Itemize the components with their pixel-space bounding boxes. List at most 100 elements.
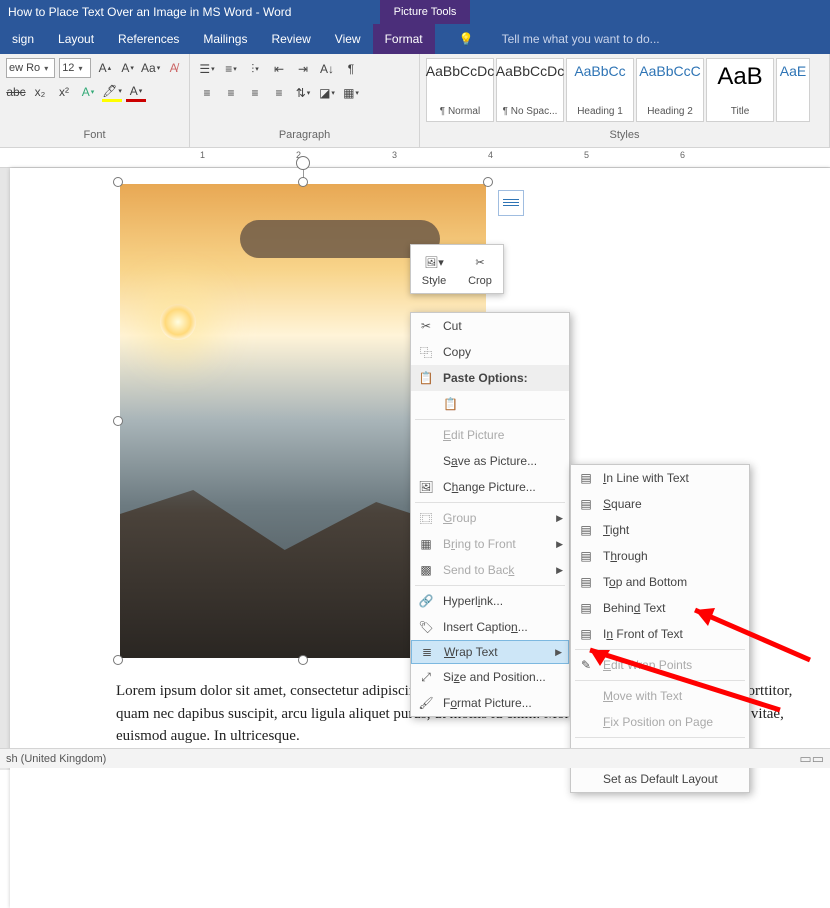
- tab-review[interactable]: Review: [259, 24, 322, 54]
- sort-icon[interactable]: A↓: [316, 58, 338, 80]
- style-normal[interactable]: AaBbCcDc¶ Normal: [426, 58, 494, 122]
- tab-mailings[interactable]: Mailings: [191, 24, 259, 54]
- wrap-fix-position: Fix Position on Page: [571, 709, 749, 735]
- layout-icon: [503, 197, 519, 209]
- resize-handle[interactable]: [298, 655, 308, 665]
- wrap-behind-text[interactable]: ▤Behind Text: [571, 595, 749, 621]
- strike-icon[interactable]: abc: [6, 82, 26, 102]
- text-effects-icon[interactable]: A▾: [78, 82, 98, 102]
- wrap-tight[interactable]: ▤Tight: [571, 517, 749, 543]
- ctx-size-position[interactable]: ⤢Size and Position...: [411, 664, 569, 690]
- window-title: How to Place Text Over an Image in MS Wo…: [8, 5, 291, 19]
- bring-front-icon: ▦: [417, 537, 435, 551]
- style-no-spacing[interactable]: AaBbCcDc¶ No Spac...: [496, 58, 564, 122]
- shading-icon[interactable]: ◪▾: [316, 82, 338, 104]
- picture-tools-label: Picture Tools: [380, 0, 470, 24]
- ctx-paste-header: 📋Paste Options:: [411, 365, 569, 391]
- wrap-edit-points: ✎Edit Wrap Points: [571, 652, 749, 678]
- ctx-hyperlink[interactable]: 🔗Hyperlink...: [411, 588, 569, 614]
- tab-format[interactable]: Format: [373, 24, 435, 54]
- ctx-send-back: ▩Send to Back▶: [411, 557, 569, 583]
- change-case-icon[interactable]: Aa▾: [141, 58, 160, 78]
- align-center-icon[interactable]: ≡: [220, 82, 242, 104]
- crop-button[interactable]: ✂ Crop: [461, 249, 499, 289]
- status-language[interactable]: sh (United Kingdom): [6, 753, 106, 765]
- change-picture-icon: 🖼: [417, 480, 435, 494]
- wrap-inline[interactable]: ▤In Line with Text: [571, 465, 749, 491]
- decrease-indent-icon[interactable]: ⇤: [268, 58, 290, 80]
- multilevel-icon[interactable]: ⫶▾: [244, 58, 266, 80]
- edit-points-icon: ✎: [577, 658, 595, 672]
- size-icon: ⤢: [417, 670, 435, 685]
- shrink-font-icon[interactable]: A▾: [118, 58, 137, 78]
- subscript-icon[interactable]: x₂: [30, 82, 50, 102]
- wrap-behind-icon: ▤: [577, 601, 595, 615]
- scissors-icon: ✂: [417, 319, 435, 333]
- style-heading1[interactable]: AaBbCcHeading 1: [566, 58, 634, 122]
- wrap-square-icon: ▤: [577, 497, 595, 511]
- highlight-icon[interactable]: 🖊▾: [102, 82, 122, 102]
- resize-handle[interactable]: [113, 177, 123, 187]
- wrap-through[interactable]: ▤Through: [571, 543, 749, 569]
- tab-layout[interactable]: Layout: [46, 24, 106, 54]
- superscript-icon[interactable]: x²: [54, 82, 74, 102]
- grow-font-icon[interactable]: A▴: [95, 58, 114, 78]
- align-left-icon[interactable]: ≡: [196, 82, 218, 104]
- style-heading2[interactable]: AaBbCcCHeading 2: [636, 58, 704, 122]
- picture-style-icon: 🖼▾: [421, 251, 447, 273]
- increase-indent-icon[interactable]: ⇥: [292, 58, 314, 80]
- layout-options-button[interactable]: [498, 190, 524, 216]
- wrap-front-icon: ▤: [577, 627, 595, 641]
- ctx-copy[interactable]: ⿻Copy: [411, 339, 569, 365]
- justify-icon[interactable]: ≡: [268, 82, 290, 104]
- font-color-icon[interactable]: A▾: [126, 82, 146, 102]
- status-bar: sh (United Kingdom) ▭▭: [0, 748, 830, 768]
- ctx-format-picture[interactable]: 🖌Format Picture...: [411, 690, 569, 716]
- group-label-styles: Styles: [426, 129, 823, 143]
- send-back-icon: ▩: [417, 563, 435, 577]
- wrap-through-icon: ▤: [577, 549, 595, 563]
- style-title[interactable]: AaBTitle: [706, 58, 774, 122]
- wrap-square[interactable]: ▤Square: [571, 491, 749, 517]
- tab-view[interactable]: View: [323, 24, 373, 54]
- resize-handle[interactable]: [113, 655, 123, 665]
- resize-handle[interactable]: [113, 416, 123, 426]
- borders-icon[interactable]: ▦▾: [340, 82, 362, 104]
- ruler[interactable]: 1 2 3 4 5 6: [0, 148, 830, 168]
- tell-me-search[interactable]: 💡 Tell me what you want to do...: [435, 24, 684, 54]
- ctx-change-picture[interactable]: 🖼Change Picture...: [411, 474, 569, 500]
- ctx-save-as-picture[interactable]: Save as Picture...: [411, 448, 569, 474]
- resize-handle[interactable]: [483, 177, 493, 187]
- style-more[interactable]: AaE: [776, 58, 810, 122]
- numbering-icon[interactable]: ≡▾: [220, 58, 242, 80]
- mini-toolbar: 🖼▾ Style ✂ Crop: [410, 244, 504, 294]
- ctx-insert-caption[interactable]: 🏷Insert Caption...: [411, 614, 569, 640]
- resize-handle[interactable]: [298, 177, 308, 187]
- ctx-cut[interactable]: ✂Cut: [411, 313, 569, 339]
- rotate-handle[interactable]: [296, 156, 310, 170]
- group-label-paragraph: Paragraph: [196, 129, 413, 143]
- format-icon: 🖌: [417, 696, 435, 710]
- show-marks-icon[interactable]: ¶: [340, 58, 362, 80]
- ribbon-tabs: sign Layout References Mailings Review V…: [0, 24, 830, 54]
- line-spacing-icon[interactable]: ⇅▾: [292, 82, 314, 104]
- bullets-icon[interactable]: ☰▾: [196, 58, 218, 80]
- wrap-top-bottom[interactable]: ▤Top and Bottom: [571, 569, 749, 595]
- wrap-text-submenu: ▤In Line with Text ▤Square ▤Tight ▤Throu…: [570, 464, 750, 793]
- caption-icon: 🏷: [417, 620, 435, 634]
- tab-references[interactable]: References: [106, 24, 191, 54]
- wrap-set-default[interactable]: Set as Default Layout: [571, 766, 749, 792]
- ribbon: ew Ro▾ 12▾ A▴ A▾ Aa▾ A̸ abc x₂ x² A▾ 🖊▾ …: [0, 54, 830, 148]
- clear-format-icon[interactable]: A̸: [164, 58, 183, 78]
- tab-design[interactable]: sign: [0, 24, 46, 54]
- font-size-combo[interactable]: 12▾: [59, 58, 91, 78]
- wrap-in-front[interactable]: ▤In Front of Text: [571, 621, 749, 647]
- book-view-icon[interactable]: ▭▭: [799, 751, 824, 767]
- ctx-paste-option[interactable]: 📋: [411, 391, 569, 417]
- wrap-move-with-text: Move with Text: [571, 683, 749, 709]
- style-button[interactable]: 🖼▾ Style: [415, 249, 453, 289]
- ctx-wrap-text[interactable]: ≣Wrap Text▶: [411, 640, 569, 664]
- align-right-icon[interactable]: ≡: [244, 82, 266, 104]
- font-name-combo[interactable]: ew Ro▾: [6, 58, 55, 78]
- crop-icon: ✂: [467, 251, 493, 273]
